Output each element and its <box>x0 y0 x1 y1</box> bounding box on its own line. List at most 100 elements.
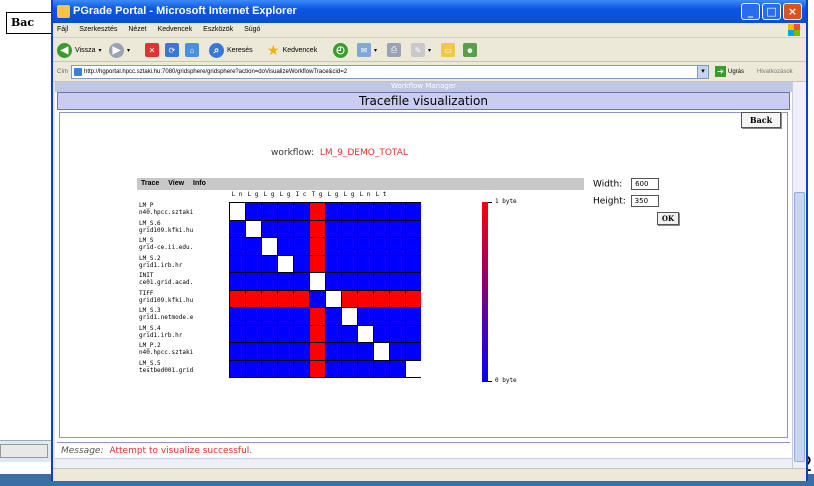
go-button[interactable]: ➔ Ugrás <box>715 66 744 77</box>
row-label: LM_S.6 grid109.kfki.hu <box>139 220 193 234</box>
folder-button[interactable]: ▭ <box>441 42 455 58</box>
stop-button[interactable]: ✕ <box>145 42 159 58</box>
back-button[interactable]: Back <box>741 112 781 128</box>
column-label: L g <box>247 191 259 198</box>
address-input[interactable]: http://hgportal.hpcc.sztaki.hu:7080/grid… <box>71 65 709 79</box>
heatmap-cell <box>294 238 309 255</box>
heatmap-cell <box>374 343 389 360</box>
width-input[interactable]: 600 <box>631 178 660 190</box>
width-row: Width: 600 <box>593 178 660 190</box>
chevron-down-icon: ▾ <box>374 47 378 54</box>
vis-menu-info[interactable]: Info <box>193 180 206 187</box>
heatmap-cell <box>262 273 277 290</box>
home-button[interactable]: ⌂ <box>185 42 199 58</box>
menu-file[interactable]: Fájl <box>57 26 68 33</box>
print-button[interactable]: ⎙ <box>387 42 401 58</box>
colorbar-max-label: 1 byte <box>495 198 517 205</box>
background-back-button[interactable]: Bac <box>6 12 54 34</box>
workflow-label: workflow: <box>271 148 314 158</box>
search-button[interactable]: ⌕ Keresés <box>209 42 253 58</box>
heatmap-cell <box>262 220 277 237</box>
back-nav-button[interactable]: ◀ Vissza ▾ <box>57 42 102 58</box>
edit-button[interactable]: ✎ ▾ <box>411 42 431 58</box>
heatmap-cell <box>294 325 309 342</box>
workflow-name: LM_9_DEMO_TOTAL <box>319 148 408 158</box>
heatmap-cell <box>326 255 341 272</box>
heatmap-cell <box>390 343 405 360</box>
heatmap-cell <box>230 325 245 342</box>
heatmap-cell <box>278 308 293 325</box>
heatmap-cell <box>358 360 373 377</box>
maximize-button[interactable]: □ <box>762 3 781 20</box>
minimize-button[interactable]: _ <box>741 3 760 20</box>
row-label-host: grid1.irb.hr <box>139 331 183 339</box>
forward-nav-button[interactable]: ▶ ▾ <box>109 42 130 58</box>
colorbar-max-tick <box>488 202 492 203</box>
ok-button[interactable]: OK <box>657 212 679 225</box>
close-button[interactable]: × <box>783 3 802 20</box>
menu-favorites[interactable]: Kedvencek <box>158 26 193 33</box>
heatmap-cell <box>390 255 405 272</box>
heatmap-cell <box>246 290 261 307</box>
horizontal-scrollbar[interactable] <box>55 458 792 468</box>
heatmap-cell <box>326 238 341 255</box>
heatmap-cell <box>278 255 293 272</box>
back-arrow-icon: ◀ <box>57 42 72 58</box>
menu-view[interactable]: Nézet <box>128 26 146 33</box>
go-label: Ugrás <box>728 68 745 75</box>
menu-tools[interactable]: Eszközök <box>203 26 233 33</box>
vertical-scroll-thumb[interactable] <box>794 192 805 462</box>
print-icon: ⎙ <box>387 43 401 57</box>
menu-edit[interactable]: Szerkesztés <box>79 26 117 33</box>
vis-menu-trace[interactable]: Trace <box>141 180 159 187</box>
vertical-scrollbar[interactable] <box>792 82 806 468</box>
heatmap-cell <box>390 290 405 307</box>
background-bottom-button[interactable] <box>0 444 48 458</box>
links-label[interactable]: Hivatkozások <box>757 69 793 75</box>
vis-menu-view[interactable]: View <box>168 180 184 187</box>
heatmap-cell <box>406 273 421 290</box>
heatmap-cell <box>326 343 341 360</box>
heatmap-cell <box>246 220 261 237</box>
row-label-host: grid1.netmode.e <box>139 314 194 321</box>
heatmap-cell <box>230 360 245 377</box>
address-url: http://hgportal.hpcc.sztaki.hu:7080/grid… <box>84 69 348 75</box>
row-label-name: LM_S.2 <box>139 254 161 262</box>
row-label-host: grid-ce.ii.edu. <box>139 244 194 251</box>
menu-help[interactable]: Súgó <box>244 26 260 33</box>
heatmap-cell <box>294 308 309 325</box>
heatmap-cell <box>374 238 389 255</box>
edit-icon: ✎ <box>411 43 425 57</box>
heatmap-cell <box>294 360 309 377</box>
heatmap-cell <box>294 273 309 290</box>
heatmap-cell <box>230 308 245 325</box>
favorites-button[interactable]: ★ Kedvencek <box>267 42 317 58</box>
heatmap-cell <box>358 308 373 325</box>
heatmap-cell <box>342 308 357 325</box>
heatmap-cell <box>310 290 325 307</box>
heatmap-cell <box>326 360 341 377</box>
row-label: LM_S.5 testbed001.grid <box>139 360 193 374</box>
heatmap-cell <box>374 290 389 307</box>
heatmap-cell <box>326 203 341 220</box>
mail-button[interactable]: ✉ ▾ <box>357 42 377 58</box>
row-label-host: n40.hpcc.sztaki <box>139 209 194 216</box>
favorites-label: Kedvencek <box>282 46 318 54</box>
height-input[interactable]: 350 <box>630 195 659 207</box>
refresh-button[interactable]: ⟳ <box>165 42 179 58</box>
heatmap-cell <box>278 325 293 342</box>
column-label: L g <box>263 191 275 198</box>
heatmap-cell <box>262 203 277 220</box>
heatmap-cell <box>358 238 373 255</box>
heatmap-cell <box>230 343 245 360</box>
workflow-line: workflow: LM_9_DEMO_TOTAL <box>271 148 408 158</box>
heatmap-cell <box>342 325 357 342</box>
heatmap-cell <box>278 360 293 377</box>
history-icon: ◴ <box>333 42 348 58</box>
row-label: LM_S grid-ce.ii.edu. <box>139 237 193 251</box>
history-button[interactable]: ◴ <box>333 42 348 58</box>
messenger-button[interactable]: ☻ <box>463 42 477 58</box>
address-dropdown-icon[interactable]: ▾ <box>697 66 708 78</box>
row-label-name: LM_S.6 <box>139 219 161 227</box>
heatmap-cell <box>246 273 261 290</box>
